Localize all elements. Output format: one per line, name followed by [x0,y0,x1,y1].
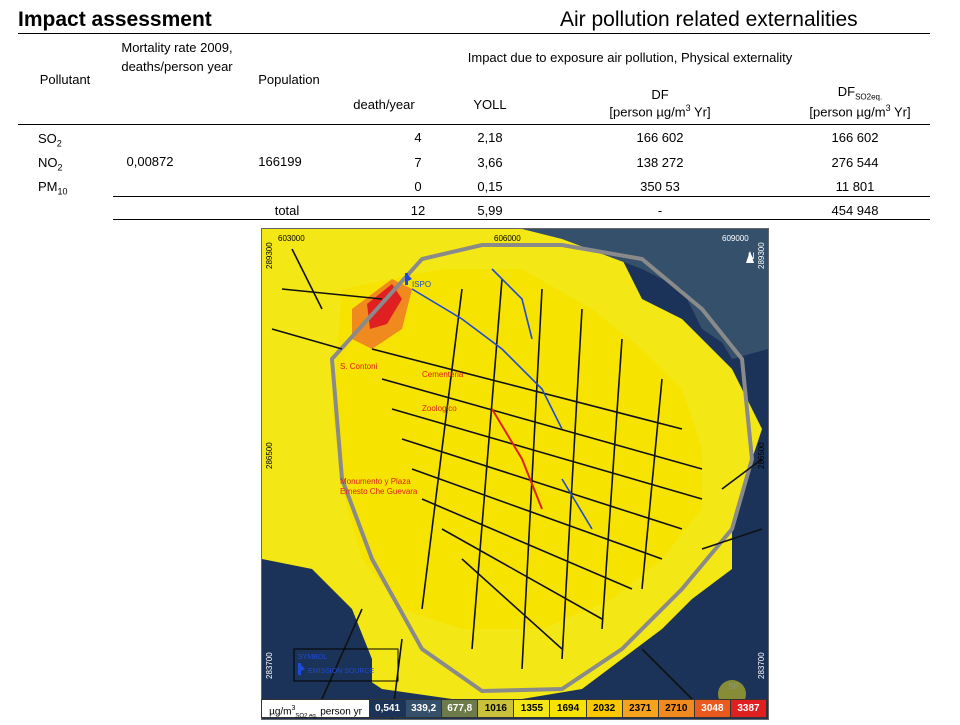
cell-yoll-pm10: 0,15 [477,179,503,194]
cell-total-label: total [274,203,300,218]
cell-death-so2: 4 [414,130,422,145]
coord-right-mid: 286500 [757,442,766,469]
header-impact: Impact due to exposure air pollution, Ph… [467,50,793,65]
legend-cell: 3048 [694,700,731,717]
coord-top-mid: 606000 [494,234,521,243]
coord-top-left: 603000 [278,234,305,243]
header-death-year: death/year [353,97,415,112]
header-population: Population [258,72,320,87]
legend-cell: 2371 [622,700,659,717]
legend-cell: 1355 [514,700,551,717]
cell-pollutant-no2: NO2 [38,155,63,173]
cell-dfso2-pm10: 11 801 [835,179,875,194]
label-s-contoni: S. Contoni [340,362,378,371]
total-rule-bottom [113,219,930,220]
header-mortality: Mortality rate 2009, deaths/person year [121,40,233,74]
top-rule [18,33,930,34]
cell-total-yoll: 5,99 [477,203,503,218]
legend-unit: µg/m3SO2 eq. person yr [262,700,370,719]
label-monumento-2: Ernesto Che Guevara [340,487,418,496]
label-zoologico: Zoologico [422,404,457,413]
cell-df-so2: 166 602 [636,130,684,145]
cell-yoll-no2: 3,66 [477,155,503,170]
legend-cell: 1694 [550,700,587,717]
label-cementeria: Cementeria [422,370,464,379]
pollution-map: 603000 606000 609000 643000 606000 60900… [261,228,769,720]
cell-pollutant-pm10: PM10 [38,179,68,197]
legend-cell: 339,2 [406,700,443,717]
cell-total-df: - [657,203,663,218]
header-df-label: DF [651,87,669,102]
coord-top-right: 609000 [722,234,749,243]
header-df: DF [person µg/m3 Yr] [580,87,740,121]
header-df-unit: [person µg/m3 Yr] [609,103,711,120]
map-legend-source: EMISSION SOURCE [308,668,374,675]
cell-df-pm10: 350 53 [640,179,680,194]
label-ispo: ISPO [412,280,431,289]
header-dfso2-unit: [person µg/m3 Yr] [809,102,911,119]
legend-cells: 0,541 339,2 677,8 1016 1355 1694 2032 2371 2710 3… [370,700,767,717]
legend-cell: 2032 [586,700,623,717]
header-df-so2eq: DFSO2eq. [person µg/m3 Yr] [780,84,940,120]
page-title-left: Impact assessment [18,8,212,31]
coord-left-top: 289300 [265,242,274,269]
coord-left-bottom: 283700 [265,652,274,679]
cell-death-pm10: 0 [414,179,422,194]
coord-left-mid: 286500 [265,442,274,469]
cell-total-death: 12 [410,203,426,218]
cell-total-dfso2: 454 948 [831,203,879,218]
legend-cell: 677,8 [442,700,479,717]
header-yoll: YOLL [473,97,507,112]
legend-cell: 3387 [730,700,767,717]
cell-dfso2-so2: 166 602 [831,130,879,145]
label-monumento-1: Monumento y Plaza [340,477,411,486]
cell-yoll-so2: 2,18 [477,130,503,145]
legend-cell: 2710 [658,700,695,717]
header-dfso2-label: DFSO2eq. [837,84,883,102]
coord-right-bottom: 283700 [757,652,766,679]
total-rule-top [113,196,930,197]
cell-dfso2-no2: 276 544 [831,155,879,170]
color-scale-legend: µg/m3SO2 eq. person yr 0,541 339,2 677,8 10… [261,699,767,719]
header-pollutant: Pollutant [39,72,91,87]
cell-population: 166199 [258,154,302,169]
cell-df-no2: 138 272 [636,155,684,170]
map-svg: 603000 606000 609000 643000 606000 60900… [262,229,768,719]
legend-cell: 0,541 [370,700,407,717]
coord-right-top: 289300 [757,242,766,269]
cell-pollutant-so2: SO2 [38,131,62,149]
cell-mortality: 0,00872 [126,154,174,169]
header-rule [18,124,930,125]
cell-death-no2: 7 [414,155,422,170]
legend-cell: 1016 [478,700,515,717]
page-title-right: Air pollution related externalities [560,8,858,31]
map-legend-symbol: SYMBOL [298,654,327,661]
